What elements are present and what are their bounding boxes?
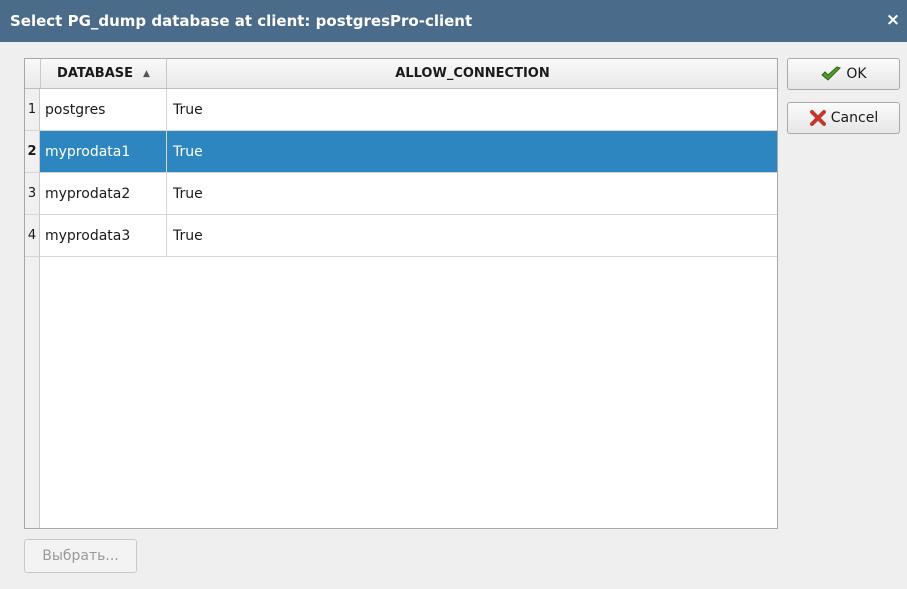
cell-allow-connection[interactable]: True [167,173,777,214]
table-header: DATABASE ▲ ALLOW_CONNECTION [25,59,777,89]
cell-database[interactable]: myprodata2 [40,173,167,214]
close-icon[interactable]: × [883,10,903,30]
cell-allow-connection[interactable]: True [167,89,777,130]
dialog-titlebar: Select PG_dump database at client: postg… [0,0,907,42]
database-table: DATABASE ▲ ALLOW_CONNECTION 1 postgres T… [24,58,778,529]
cell-database[interactable]: postgres [40,89,167,130]
cell-allow-connection[interactable]: True [167,215,777,256]
green-check-icon [821,66,842,81]
ok-button[interactable]: OK [787,58,900,90]
table-row[interactable]: 1 postgres True [25,89,777,131]
table-row-selected[interactable]: 2 myprodata1 True [25,131,777,173]
row-number: 4 [25,215,40,256]
dialog-title: Select PG_dump database at client: postg… [10,12,473,30]
row-number: 3 [25,173,40,214]
table-row[interactable]: 3 myprodata2 True [25,173,777,215]
red-x-icon [809,110,826,126]
column-header-allow-connection[interactable]: ALLOW_CONNECTION [167,59,777,88]
cell-database[interactable]: myprodata1 [40,131,167,172]
cell-allow-connection[interactable]: True [167,131,777,172]
sort-ascending-icon: ▲ [143,68,150,79]
cancel-button[interactable]: Cancel [787,102,900,134]
table-row[interactable]: 4 myprodata3 True [25,215,777,257]
row-number: 2 [25,131,40,172]
cell-database[interactable]: myprodata3 [40,215,167,256]
choose-button[interactable]: Выбрать... [24,539,137,573]
column-header-database[interactable]: DATABASE ▲ [40,59,167,88]
row-number: 1 [25,89,40,130]
